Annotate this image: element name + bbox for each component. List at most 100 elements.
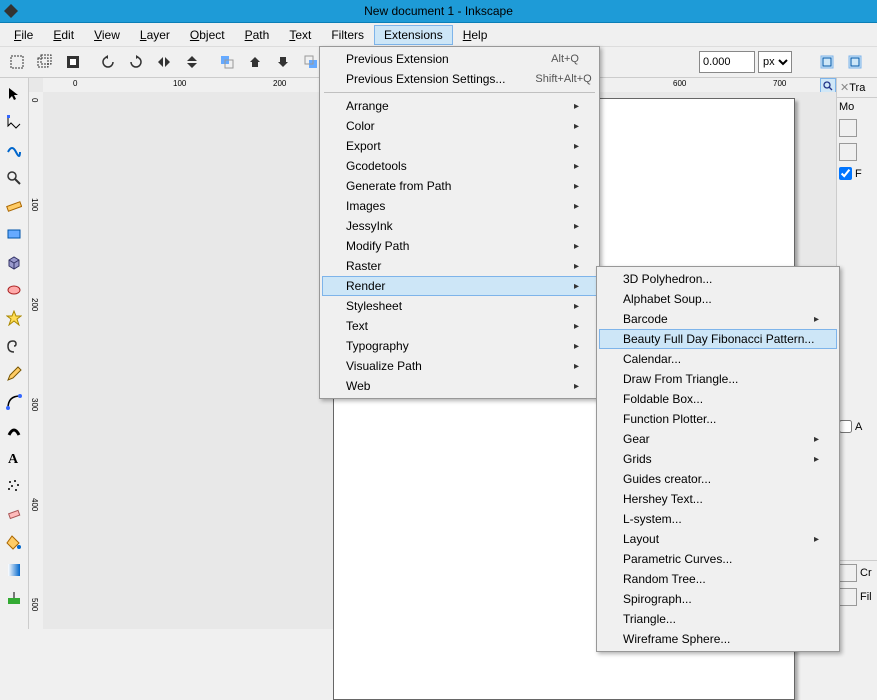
rotate-cw-icon[interactable] bbox=[123, 49, 149, 75]
render-submenu: 3D Polyhedron...Alphabet Soup...BarcodeB… bbox=[596, 266, 840, 652]
submenu-item-triangle-[interactable]: Triangle... bbox=[599, 609, 837, 629]
menu-item-render[interactable]: Render bbox=[322, 276, 597, 296]
sel-all-icon[interactable] bbox=[4, 49, 30, 75]
submenu-item-hershey-text-[interactable]: Hershey Text... bbox=[599, 489, 837, 509]
menu-edit[interactable]: Edit bbox=[43, 25, 84, 45]
submenu-item-alphabet-soup-[interactable]: Alphabet Soup... bbox=[599, 289, 837, 309]
submenu-item-random-tree-[interactable]: Random Tree... bbox=[599, 569, 837, 589]
ruler-tick: 200 bbox=[30, 298, 39, 311]
measure-icon[interactable] bbox=[2, 194, 26, 218]
submenu-item--d-polyhedron-[interactable]: 3D Polyhedron... bbox=[599, 269, 837, 289]
submenu-item-parametric-curves-[interactable]: Parametric Curves... bbox=[599, 549, 837, 569]
submenu-item-gear[interactable]: Gear bbox=[599, 429, 837, 449]
svg-text:A: A bbox=[8, 452, 19, 466]
menu-item-modify-path[interactable]: Modify Path bbox=[322, 236, 597, 256]
menu-item-generate-from-path[interactable]: Generate from Path bbox=[322, 176, 597, 196]
dropper-icon[interactable] bbox=[2, 586, 26, 610]
sel-all-layers-icon[interactable] bbox=[32, 49, 58, 75]
menu-item-typography[interactable]: Typography bbox=[322, 336, 597, 356]
spiral-icon[interactable] bbox=[2, 334, 26, 358]
ruler-tick: 600 bbox=[673, 79, 686, 88]
zoom-icon[interactable] bbox=[2, 166, 26, 190]
menu-item-gcodetools[interactable]: Gcodetools bbox=[322, 156, 597, 176]
submenu-item-barcode[interactable]: Barcode bbox=[599, 309, 837, 329]
menu-item-previous-extension-settings-[interactable]: Previous Extension Settings...Shift+Alt+… bbox=[322, 69, 597, 89]
ellipse-icon[interactable] bbox=[2, 278, 26, 302]
ruler-tick: 100 bbox=[30, 198, 39, 211]
menu-item-arrange[interactable]: Arrange bbox=[322, 96, 597, 116]
menu-item-web[interactable]: Web bbox=[322, 376, 597, 396]
rotate-ccw-icon[interactable] bbox=[95, 49, 121, 75]
extensions-menu: Previous ExtensionAlt+QPrevious Extensio… bbox=[319, 46, 600, 399]
scale-corner-icon[interactable] bbox=[842, 49, 868, 75]
move-gradient-icon[interactable] bbox=[870, 49, 877, 75]
tweak-icon[interactable] bbox=[2, 138, 26, 162]
submenu-item-spirograph-[interactable]: Spirograph... bbox=[599, 589, 837, 609]
number-input[interactable] bbox=[699, 51, 755, 73]
spray-icon[interactable] bbox=[2, 474, 26, 498]
lower-icon[interactable] bbox=[270, 49, 296, 75]
flip-h-icon[interactable] bbox=[151, 49, 177, 75]
scale-stroke-icon[interactable] bbox=[814, 49, 840, 75]
submenu-item-function-plotter-[interactable]: Function Plotter... bbox=[599, 409, 837, 429]
menu-item-color[interactable]: Color bbox=[322, 116, 597, 136]
ruler-vertical: 0100200300400500 bbox=[29, 92, 44, 629]
bottom-icon-1[interactable] bbox=[839, 564, 857, 582]
node-icon[interactable] bbox=[2, 110, 26, 134]
submenu-item-layout[interactable]: Layout bbox=[599, 529, 837, 549]
window-title: New document 1 - Inkscape bbox=[364, 4, 513, 18]
horiz-icon[interactable] bbox=[839, 119, 857, 137]
apply-each-checkbox[interactable] bbox=[839, 420, 852, 433]
3dbox-icon[interactable] bbox=[2, 250, 26, 274]
apply-each-label: A bbox=[855, 421, 862, 433]
menu-text[interactable]: Text bbox=[279, 25, 321, 45]
raise-top-icon[interactable] bbox=[214, 49, 240, 75]
unit-select[interactable]: px bbox=[758, 51, 792, 73]
pointer-icon[interactable] bbox=[2, 82, 26, 106]
bezier-icon[interactable] bbox=[2, 390, 26, 414]
menu-filters[interactable]: Filters bbox=[321, 25, 374, 45]
submenu-item-grids[interactable]: Grids bbox=[599, 449, 837, 469]
menu-item-stylesheet[interactable]: Stylesheet bbox=[322, 296, 597, 316]
rect-icon[interactable] bbox=[2, 222, 26, 246]
menu-item-visualize-path[interactable]: Visualize Path bbox=[322, 356, 597, 376]
ruler-tick: 0 bbox=[73, 79, 77, 88]
submenu-item-foldable-box-[interactable]: Foldable Box... bbox=[599, 389, 837, 409]
raise-icon[interactable] bbox=[242, 49, 268, 75]
ruler-tick: 200 bbox=[273, 79, 286, 88]
menu-extensions[interactable]: Extensions bbox=[374, 25, 453, 45]
submenu-item-draw-from-triangle-[interactable]: Draw From Triangle... bbox=[599, 369, 837, 389]
menu-item-jessyink[interactable]: JessyInk bbox=[322, 216, 597, 236]
star-icon[interactable] bbox=[2, 306, 26, 330]
submenu-item-l-system-[interactable]: L-system... bbox=[599, 509, 837, 529]
relative-checkbox[interactable] bbox=[839, 167, 852, 180]
ruler-tick: 700 bbox=[773, 79, 786, 88]
bottom-icon-2[interactable] bbox=[839, 588, 857, 606]
pencil-icon[interactable] bbox=[2, 362, 26, 386]
menu-file[interactable]: File bbox=[4, 25, 43, 45]
menu-item-previous-extension[interactable]: Previous ExtensionAlt+Q bbox=[322, 49, 597, 69]
submenu-item-calendar-[interactable]: Calendar... bbox=[599, 349, 837, 369]
menu-item-images[interactable]: Images bbox=[322, 196, 597, 216]
menu-item-text[interactable]: Text bbox=[322, 316, 597, 336]
app-icon bbox=[4, 4, 18, 18]
menu-item-raster[interactable]: Raster bbox=[322, 256, 597, 276]
calligraphy-icon[interactable] bbox=[2, 418, 26, 442]
menu-view[interactable]: View bbox=[84, 25, 130, 45]
vert-icon[interactable] bbox=[839, 143, 857, 161]
flip-v-icon[interactable] bbox=[179, 49, 205, 75]
menu-layer[interactable]: Layer bbox=[130, 25, 180, 45]
fill-icon[interactable] bbox=[2, 530, 26, 554]
menu-item-export[interactable]: Export bbox=[322, 136, 597, 156]
menu-path[interactable]: Path bbox=[235, 25, 280, 45]
text-icon[interactable]: A bbox=[2, 446, 26, 470]
submenu-item-wireframe-sphere-[interactable]: Wireframe Sphere... bbox=[599, 629, 837, 649]
submenu-item-beauty-full-day-fibonacci-pattern-[interactable]: Beauty Full Day Fibonacci Pattern... bbox=[599, 329, 837, 349]
menu-help[interactable]: Help bbox=[453, 25, 498, 45]
submenu-item-guides-creator-[interactable]: Guides creator... bbox=[599, 469, 837, 489]
gradient-icon[interactable] bbox=[2, 558, 26, 582]
panel-tab-transform[interactable]: ✕Tra bbox=[837, 78, 877, 98]
menu-object[interactable]: Object bbox=[180, 25, 235, 45]
sel-invert-icon[interactable] bbox=[60, 49, 86, 75]
eraser-icon[interactable] bbox=[2, 502, 26, 526]
